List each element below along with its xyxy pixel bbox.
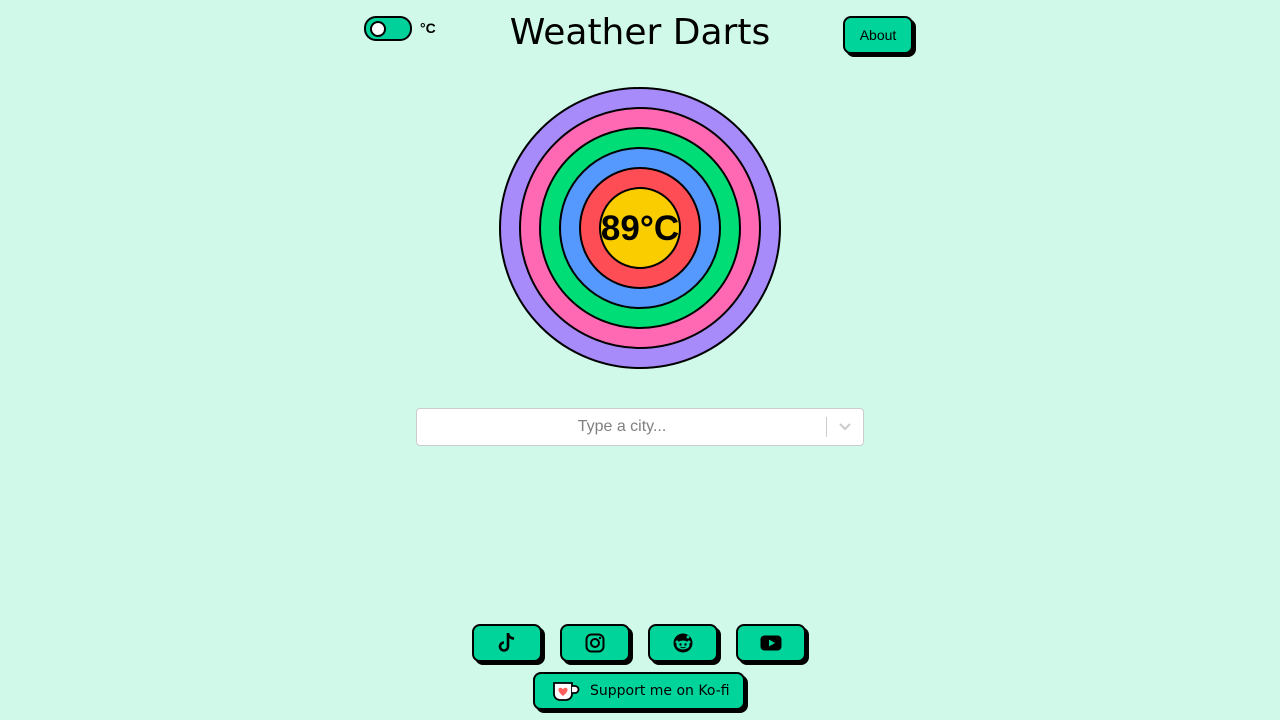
kofi-cup-icon (553, 682, 580, 701)
youtube-icon (760, 635, 782, 651)
kofi-button[interactable]: Support me on Ko-fi (533, 672, 745, 710)
tiktok-icon (498, 633, 515, 652)
about-button[interactable]: About (843, 16, 913, 54)
chevron-down-icon[interactable] (835, 419, 855, 435)
youtube-button[interactable] (736, 624, 806, 662)
temperature-reading: 89°C (601, 209, 679, 248)
kofi-label: Support me on Ko-fi (590, 683, 730, 699)
select-separator (826, 417, 827, 437)
tiktok-button[interactable] (472, 624, 542, 662)
instagram-button[interactable] (560, 624, 630, 662)
city-search-input[interactable]: Type a city... (417, 409, 827, 445)
city-search-select[interactable]: Type a city... (416, 408, 864, 446)
instagram-icon (585, 633, 605, 653)
reddit-icon (673, 633, 693, 653)
page-title: Weather Darts (509, 12, 771, 53)
dartboard-target[interactable]: 89°C (499, 87, 781, 369)
reddit-button[interactable] (648, 624, 718, 662)
